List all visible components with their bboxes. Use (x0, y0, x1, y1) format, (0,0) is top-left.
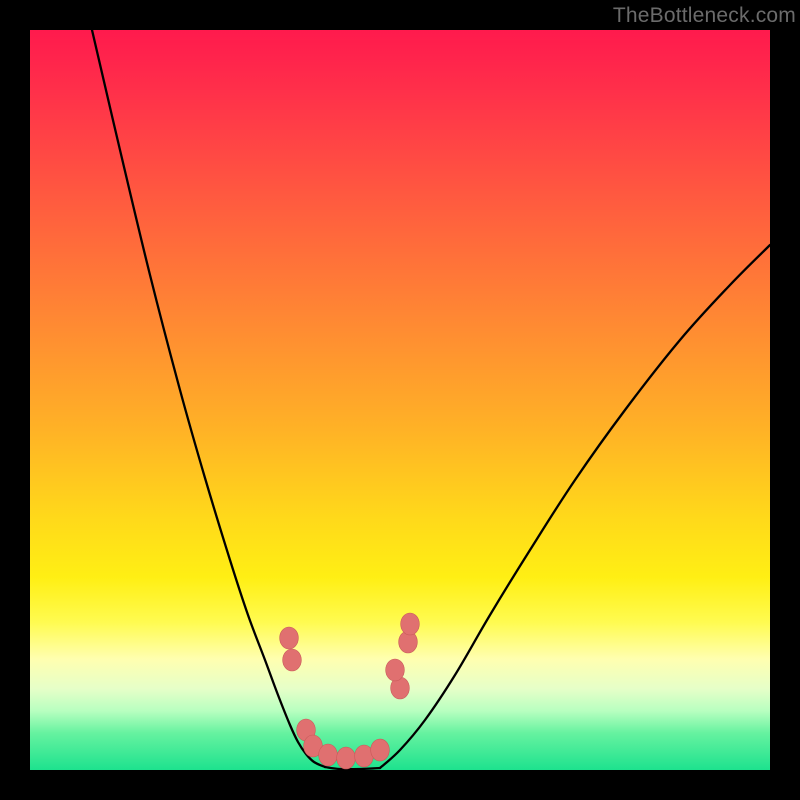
data-point (401, 613, 420, 635)
watermark-text: TheBottleneck.com (613, 4, 796, 28)
data-point (283, 649, 302, 671)
right-curve (380, 245, 770, 768)
plot-area (30, 30, 770, 770)
data-point (386, 659, 405, 681)
data-point (337, 747, 356, 769)
data-point (280, 627, 299, 649)
curve-layer (30, 30, 770, 770)
valley-floor (325, 767, 380, 769)
data-point (319, 744, 338, 766)
outer-frame: TheBottleneck.com (0, 0, 800, 800)
data-point (371, 739, 390, 761)
